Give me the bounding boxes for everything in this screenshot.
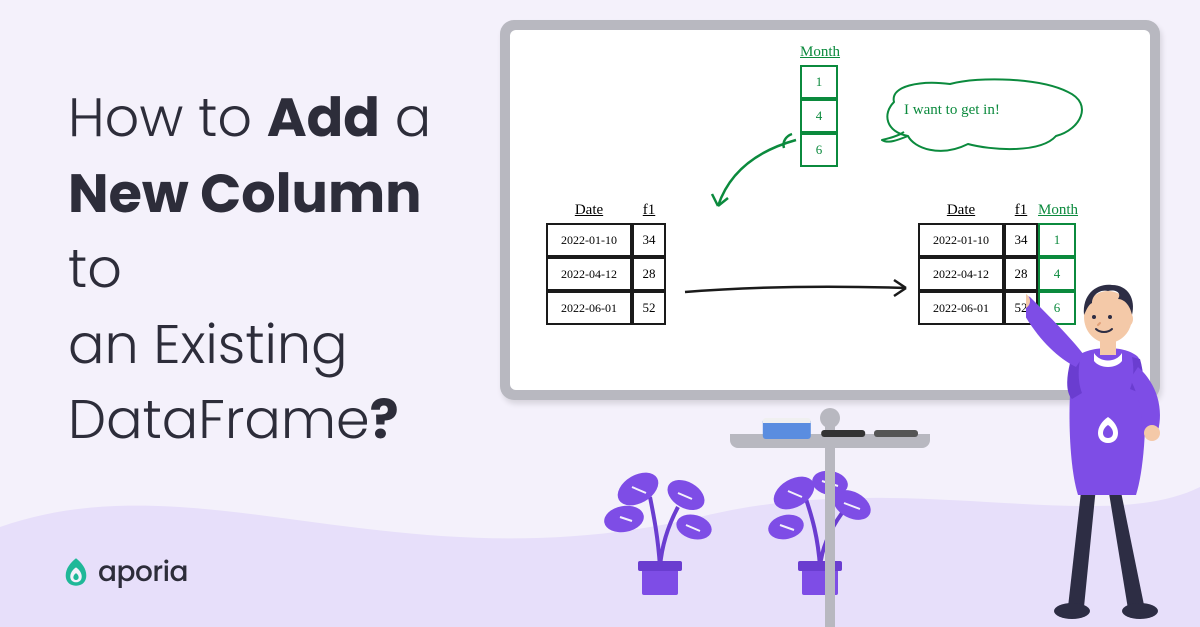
page-title: How to Add a New Column to an Existing D… — [68, 80, 488, 458]
month-cell-0: 1 — [800, 65, 838, 99]
speech-bubble: I want to get in! — [880, 78, 1080, 158]
month-cell-1: 4 — [800, 99, 838, 133]
marker-1 — [821, 430, 865, 437]
left-cell-0-1: 34 — [632, 223, 666, 257]
left-header-date: Date — [546, 202, 632, 219]
right-cell-0-0: 2022-01-10 — [918, 223, 1004, 257]
dataframe-before: Date f1 2022-01-10 34 2022-04-12 28 — [546, 202, 666, 325]
left-cell-2-1: 52 — [632, 291, 666, 325]
whiteboard-pole-cap — [820, 408, 840, 428]
brand-logo: aporia — [62, 551, 188, 593]
person-illustration — [1026, 207, 1186, 627]
plant-illustration-1 — [600, 427, 720, 597]
month-cell-2: 6 — [800, 133, 838, 167]
month-header: Month — [800, 44, 838, 61]
speech-bubble-text: I want to get in! — [904, 102, 1000, 119]
brand-name: aporia — [98, 551, 188, 593]
right-header-date: Date — [918, 202, 1004, 219]
left-header-f1: f1 — [632, 202, 666, 219]
left-cell-1-0: 2022-04-12 — [546, 257, 632, 291]
right-cell-1-0: 2022-04-12 — [918, 257, 1004, 291]
left-cell-1-1: 28 — [632, 257, 666, 291]
left-cell-0-0: 2022-01-10 — [546, 223, 632, 257]
left-cell-2-0: 2022-06-01 — [546, 291, 632, 325]
plant-illustration-2 — [760, 427, 880, 597]
right-cell-2-0: 2022-06-01 — [918, 291, 1004, 325]
month-column: Month 1 4 6 — [800, 44, 838, 167]
aporia-logo-icon — [62, 556, 90, 588]
whiteboard-eraser — [763, 418, 811, 439]
marker-2 — [874, 430, 918, 437]
